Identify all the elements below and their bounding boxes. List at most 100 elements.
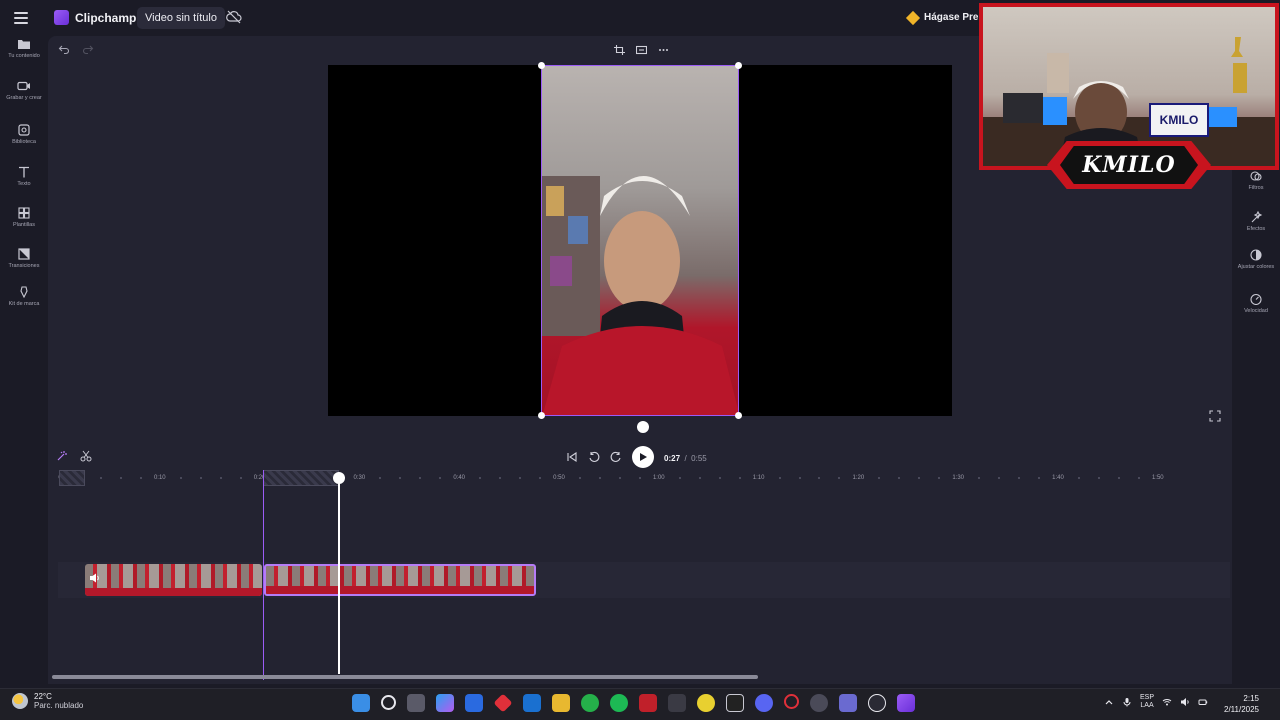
opera-icon[interactable] <box>784 694 799 709</box>
skip-back-icon[interactable] <box>566 451 578 463</box>
brand-kit-icon <box>20 286 28 298</box>
undo-icon[interactable] <box>58 43 70 55</box>
timeline-ruler[interactable]: 00:100:200:300:400:501:001:101:201:301:4… <box>58 468 1228 488</box>
sidebar-item-library[interactable]: Biblioteca <box>0 124 48 145</box>
sidebar-item-your-content[interactable]: Tu contenido <box>0 38 48 59</box>
app-red-icon[interactable] <box>493 693 513 713</box>
ruler-tick-label: 0:40 <box>453 475 466 481</box>
ruler-tick-dot <box>998 477 1001 479</box>
premium-button[interactable]: Hágase Prem <box>905 10 988 25</box>
cloud-off-icon[interactable] <box>226 10 242 24</box>
app-editor-icon[interactable] <box>726 694 744 712</box>
more-options-icon[interactable] <box>658 45 669 55</box>
sidebar-item-label: Grabar y crear <box>6 95 42 101</box>
rotate-icon[interactable] <box>637 421 649 433</box>
panel-item-label: Filtros <box>1248 185 1264 191</box>
app-yellow-icon[interactable] <box>697 694 715 712</box>
dropbox-icon[interactable] <box>465 694 483 712</box>
battery-icon[interactable] <box>1198 697 1208 707</box>
split-icon[interactable] <box>80 450 92 462</box>
resize-handle[interactable] <box>538 62 545 69</box>
search-icon[interactable] <box>381 695 396 710</box>
wifi-icon[interactable] <box>1162 697 1172 707</box>
windows-start-icon[interactable] <box>352 694 370 712</box>
panel-item-effects[interactable]: Efectos <box>1232 211 1280 232</box>
ruler-tick-label: 0:30 <box>353 475 366 481</box>
ruler-tick-dot <box>638 477 641 479</box>
speaker-icon[interactable] <box>89 572 101 584</box>
transitions-icon <box>18 248 30 260</box>
sidebar-item-text[interactable]: Texto <box>0 166 48 187</box>
sidebar-item-templates[interactable]: Plantillas <box>0 207 48 228</box>
chatgpt-icon[interactable] <box>810 694 828 712</box>
panel-item-speed[interactable]: Velocidad <box>1232 293 1280 314</box>
forward-5s-icon[interactable] <box>610 451 622 463</box>
resize-handle[interactable] <box>735 412 742 419</box>
task-view-icon[interactable] <box>407 694 425 712</box>
play-button[interactable] <box>632 446 654 468</box>
language-indicator[interactable]: ESP LAA <box>1140 694 1154 710</box>
timeline-tools <box>56 450 92 462</box>
ruler-tick-label: 0:10 <box>153 475 166 481</box>
ruler-tick-label: 1:40 <box>1052 475 1064 481</box>
spotify-icon[interactable] <box>610 694 628 712</box>
video-preview[interactable] <box>541 65 739 416</box>
sidebar-item-transitions[interactable]: Transiciones <box>0 248 48 269</box>
folder-icon <box>18 40 30 49</box>
fullscreen-icon[interactable] <box>1209 410 1221 422</box>
chevron-up-icon[interactable] <box>1104 697 1114 707</box>
ruler-tick-dot <box>698 477 701 479</box>
file-explorer-icon[interactable] <box>552 694 570 712</box>
time-separator: / <box>684 454 687 463</box>
menu-icon[interactable] <box>14 12 28 24</box>
outlook-icon[interactable] <box>523 694 541 712</box>
split-marker <box>263 470 264 680</box>
ruler-tick-label: 1:00 <box>652 475 665 481</box>
ruler-tick-dot <box>219 477 222 479</box>
redo-icon[interactable] <box>82 43 94 55</box>
gamepad-icon[interactable] <box>839 694 857 712</box>
video-clip-selected[interactable] <box>264 564 536 596</box>
webcam-sign: KMILO <box>1149 103 1209 137</box>
whatsapp-icon[interactable] <box>581 694 599 712</box>
premium-label: Hágase Prem <box>924 12 988 23</box>
ruler-tick-label: 1:30 <box>952 475 965 481</box>
clipchamp-taskbar-icon[interactable] <box>897 694 915 712</box>
weather-icon <box>12 693 28 709</box>
timeline-scrollbar[interactable] <box>52 675 758 679</box>
gap-marker <box>263 470 339 486</box>
ruler-tick-dot <box>1117 477 1120 479</box>
fit-icon[interactable] <box>635 45 647 55</box>
playhead[interactable] <box>338 478 340 674</box>
filters-icon <box>1250 171 1262 181</box>
project-title[interactable]: Video sin título <box>137 7 225 29</box>
panel-item-filters[interactable]: Filtros <box>1232 170 1280 191</box>
brand-name: Clipchamp <box>75 10 137 25</box>
app-mixer-icon[interactable] <box>668 694 686 712</box>
sidebar-item-record[interactable]: Grabar y crear <box>0 80 48 101</box>
playhead-handle[interactable] <box>333 472 345 484</box>
media-player-icon[interactable] <box>868 694 886 712</box>
volume-icon[interactable] <box>1180 697 1190 707</box>
rewind-5s-icon[interactable] <box>588 451 600 463</box>
resize-handle[interactable] <box>538 412 545 419</box>
copilot-icon[interactable] <box>436 694 454 712</box>
ruler-tick-dot <box>778 477 781 479</box>
resize-handle[interactable] <box>735 62 742 69</box>
clock[interactable]: 2:15 2/11/2025 <box>1224 693 1259 715</box>
ruler-tick-dot <box>838 477 841 479</box>
webcam-badge-text: KMILO <box>1082 152 1176 178</box>
panel-item-adjust-colors[interactable]: Ajustar colores <box>1232 249 1280 270</box>
crop-icon[interactable] <box>613 45 625 55</box>
clock-date: 2/11/2025 <box>1224 705 1259 714</box>
speed-icon <box>1250 293 1262 305</box>
microphone-icon[interactable] <box>1122 697 1132 707</box>
video-clip[interactable] <box>85 564 262 596</box>
ruler-tick-dot <box>578 477 581 479</box>
sidebar-item-brand-kit[interactable]: Kit de marca <box>0 286 48 307</box>
app-streaming-icon[interactable] <box>639 694 657 712</box>
magic-icon[interactable] <box>56 450 68 462</box>
discord-icon[interactable] <box>755 694 773 712</box>
weather-widget[interactable]: 22°C Parc. nublado <box>12 692 83 710</box>
library-icon <box>18 124 30 136</box>
